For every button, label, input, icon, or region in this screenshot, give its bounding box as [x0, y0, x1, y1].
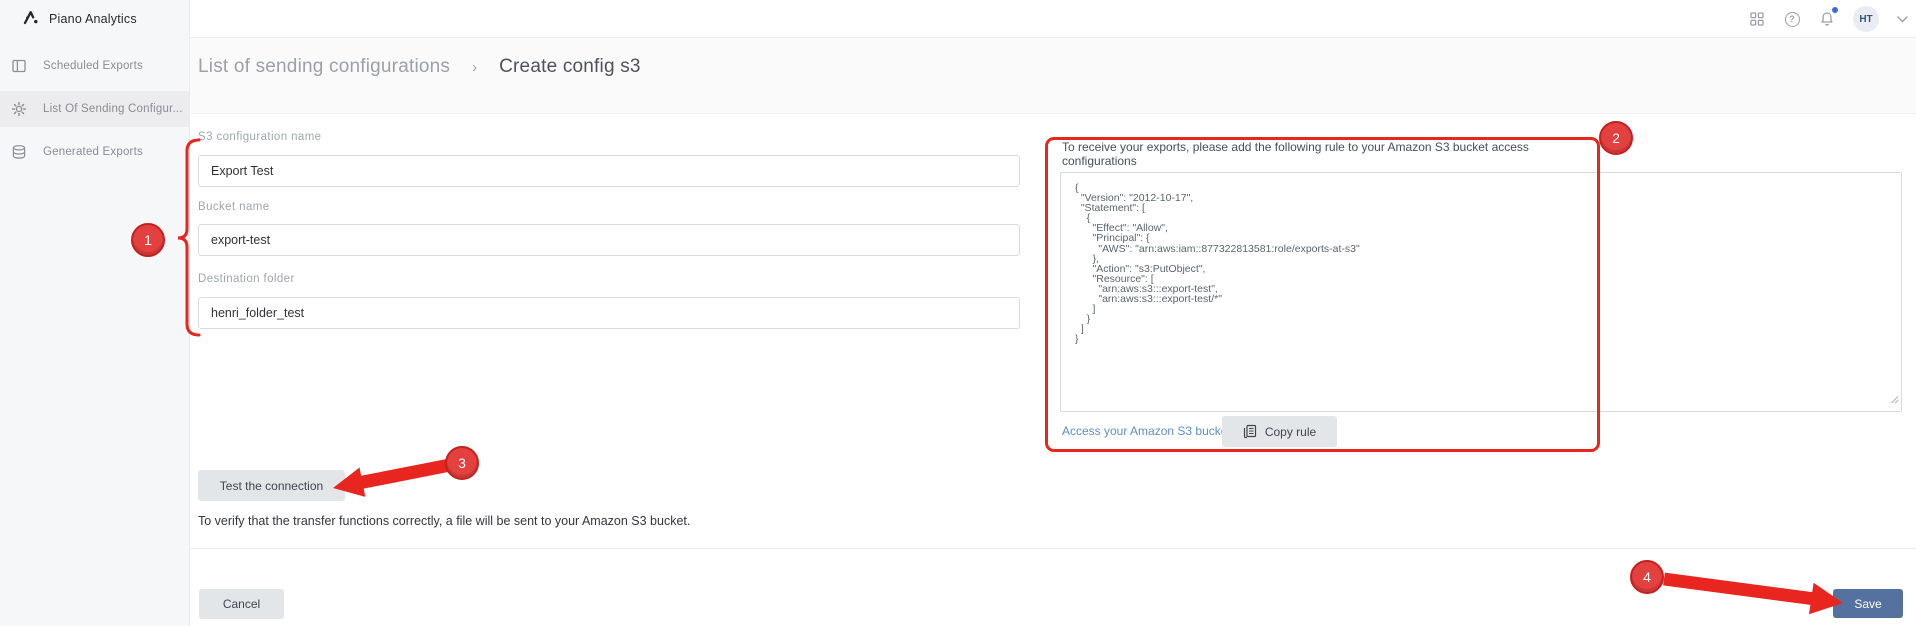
- copy-rule-button[interactable]: Copy rule: [1222, 416, 1337, 447]
- access-s3-bucket-link[interactable]: Access your Amazon S3 bucket: [1062, 424, 1231, 438]
- avatar[interactable]: HT: [1853, 6, 1879, 32]
- breadcrumb-band: List of sending configurations › Create …: [190, 38, 1916, 114]
- brand-name: Piano Analytics: [49, 12, 137, 26]
- copy-icon: [1243, 424, 1257, 439]
- chevron-down-icon[interactable]: [1896, 10, 1908, 28]
- annotation-step-2: 2: [1599, 121, 1633, 155]
- sidebar-item-scheduled-exports[interactable]: Scheduled Exports: [0, 48, 190, 84]
- footer-divider: [190, 548, 1916, 549]
- sidebar: Piano Analytics Scheduled Exports List O…: [0, 0, 190, 626]
- sidebar-item-label: List Of Sending Configur...: [43, 103, 183, 115]
- help-icon[interactable]: ?: [1783, 10, 1801, 28]
- sidebar-item-label: Generated Exports: [43, 146, 143, 158]
- annotation-step-4: 4: [1630, 560, 1664, 594]
- rule-instruction-text: To receive your exports, please add the …: [1062, 140, 1529, 168]
- brand-logo[interactable]: Piano Analytics: [0, 0, 189, 38]
- annotation-arrow-test-button: [333, 458, 452, 497]
- rule-code-textarea[interactable]: { "Version": "2012-10-17", "Statement": …: [1060, 172, 1902, 412]
- breadcrumb-parent-link[interactable]: List of sending configurations: [198, 56, 450, 78]
- apps-grid-icon[interactable]: [1748, 10, 1766, 28]
- bucket-name-label: Bucket name: [198, 201, 270, 213]
- top-header: ? HT: [190, 0, 1916, 38]
- save-button[interactable]: Save: [1833, 589, 1903, 618]
- sidebar-item-list-of-sending-configurations[interactable]: List Of Sending Configur...: [0, 91, 190, 127]
- bucket-name-input[interactable]: [198, 224, 1020, 256]
- notification-dot: [1832, 7, 1838, 13]
- breadcrumb-separator: ›: [472, 58, 478, 76]
- transfer-helper-text: To verify that the transfer functions co…: [198, 514, 691, 528]
- test-connection-button[interactable]: Test the connection: [198, 470, 345, 501]
- annotation-step-3: 3: [445, 446, 479, 480]
- page-title: Create config s3: [499, 56, 641, 77]
- database-icon: [11, 144, 27, 160]
- sidebar-item-label: Scheduled Exports: [43, 60, 143, 72]
- s3-config-name-input[interactable]: [198, 155, 1020, 187]
- copy-rule-label: Copy rule: [1264, 424, 1317, 439]
- sidebar-item-generated-exports[interactable]: Generated Exports: [0, 134, 190, 170]
- cancel-button[interactable]: Cancel: [199, 589, 284, 619]
- notifications-bell-icon[interactable]: [1818, 7, 1838, 28]
- breadcrumb: List of sending configurations › Create …: [198, 56, 641, 78]
- s3-config-name-label: S3 configuration name: [198, 131, 322, 143]
- piano-analytics-logo-icon: [22, 8, 40, 31]
- destination-folder-input[interactable]: [198, 297, 1020, 329]
- annotation-arrow-save-button: [1663, 572, 1843, 615]
- gear-icon: [11, 101, 27, 117]
- destination-folder-label: Destination folder: [198, 273, 295, 285]
- rule-code-text: { "Version": "2012-10-17", "Statement": …: [1075, 182, 1360, 346]
- layout-panel-icon: [11, 58, 27, 74]
- resize-handle-icon[interactable]: [1889, 391, 1899, 409]
